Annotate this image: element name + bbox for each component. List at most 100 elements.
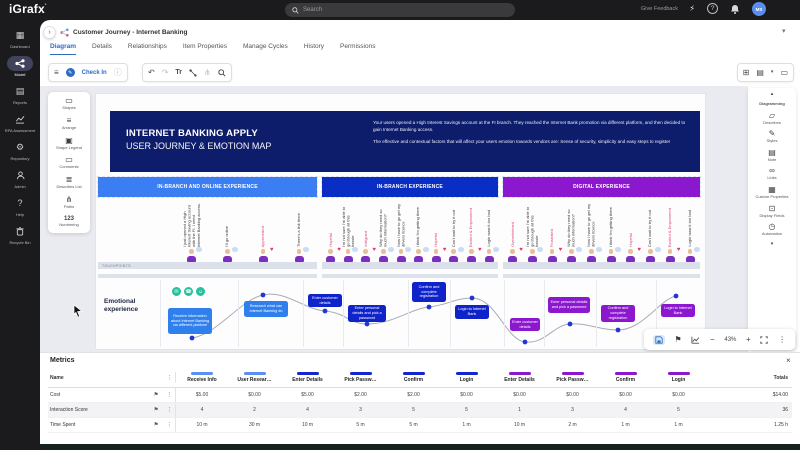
curve-node[interactable] [616,328,621,333]
metric-column-header[interactable]: Receive Info [176,372,228,383]
column-menu-icon[interactable]: ⋮ [167,375,173,381]
journey-step-box[interactable]: Confirm and complete registration [601,305,635,322]
palette-item-describes-list[interactable]: ≣Describes List [48,176,90,190]
journey-step-box[interactable]: Enter personal details and pick a passwo… [548,297,590,313]
curve-node[interactable] [323,309,328,314]
curve-node[interactable] [365,322,370,327]
sidebar-item-admin[interactable]: Admin [0,168,40,189]
text-tool-icon[interactable]: Tr [175,69,182,76]
undo-icon[interactable]: ↶ [148,69,155,77]
panel-item-display-fields[interactable]: ⊡Display Fields [760,205,785,219]
persona[interactable]: Excited & Empowered♥ [465,203,478,262]
lightning-icon[interactable]: ⚡ [689,4,695,13]
palette-item-numbering[interactable]: 123Numbering [48,216,90,228]
journey-step-box[interactable]: Enter customer details [510,318,540,331]
sidebar-item-repository[interactable]: ⚙Repository [0,140,40,161]
tab-permissions[interactable]: Permissions [340,43,375,55]
metric-flag-icon[interactable]: ⚑ [154,422,159,428]
persona[interactable]: There's a link there [293,203,306,262]
metric-column-header[interactable]: Confirm [387,372,440,383]
check-in-icon[interactable]: ✎ [66,68,75,77]
user-avatar[interactable]: MS [752,2,766,16]
phase-band-1[interactable]: IN-BRANCH AND ONLINE EXPERIENCE [98,177,317,197]
curve-node[interactable] [470,296,475,301]
redo-icon[interactable]: ↷ [162,69,169,77]
connector-tool-icon[interactable] [189,69,197,77]
persona[interactable]: Now I have to go get my drivers licence [585,203,598,262]
row-menu-icon[interactable]: ⋮ [167,407,173,413]
curve-node[interactable] [523,340,528,345]
panel-item-styles[interactable]: ✎Styles [767,130,778,144]
persona[interactable]: Intrigued♥ [359,203,372,262]
journey-step-box[interactable]: Enter customer details [308,294,342,307]
row-menu-icon[interactable]: ⋮ [167,392,173,398]
page-layout-icon[interactable]: ▤ [756,69,764,77]
persona[interactable]: I'm not sure I'm able to go through all … [342,203,355,262]
phase-band-3[interactable]: DIGITAL EXPERIENCE [503,177,700,197]
panel-item-automation[interactable]: ◷Automation [762,223,782,237]
tab-relationships[interactable]: Relationships [128,43,167,55]
panel-item-links[interactable]: ∞Links [767,167,776,181]
metric-flag-icon[interactable]: ⚑ [154,392,159,398]
journey-step-box[interactable]: Enter personal details and pick a passwo… [348,305,386,322]
row-menu-icon[interactable]: ⋮ [167,422,173,428]
palette-item-shape-legend[interactable]: ▣Shape Legend [48,137,90,151]
chevron-down-icon[interactable]: ▾ [771,70,774,75]
info-icon[interactable]: ⓘ [114,69,122,77]
collapse-down-icon[interactable]: ▾ [771,242,774,247]
notifications-bell-icon[interactable] [730,4,740,15]
chevron-down-icon[interactable]: ▾ [782,27,786,35]
comment-icon[interactable]: ▭ [780,69,788,77]
persona[interactable]: I think I'm getting there [605,203,618,262]
tab-item-properties[interactable]: Item Properties [183,43,227,55]
journey-step-box[interactable]: Receive information about Internet Banki… [168,308,212,334]
persona[interactable]: Can't wait to try it out [644,203,657,262]
persona[interactable]: I just opened a High Interest Saving acc… [185,203,198,262]
journey-step-box[interactable]: Login to Internet Bank [661,304,695,317]
help-icon[interactable]: ? [707,3,718,14]
curve-node[interactable] [568,322,573,327]
sidebar-item-rpa-assessment[interactable]: RPA Assessment [0,112,40,133]
metric-column-header[interactable]: Pick Passw… [334,372,387,383]
journey-header-block[interactable]: INTERNET BANKING APPLY USER JOURNEY & EM… [110,111,700,172]
persona[interactable]: Overwhelmed♥ [506,203,519,262]
persona[interactable]: Login wasn't too bad [483,203,496,262]
zoom-level[interactable]: 43% [724,337,736,343]
persona[interactable]: Can't wait to try it out [447,203,460,262]
metric-column-header[interactable]: User Resear… [228,372,281,383]
tab-details[interactable]: Details [92,43,112,55]
persona[interactable]: I'm not sure I'm able to go through all … [526,203,539,262]
sidebar-item-reports[interactable]: ▤Reports [0,84,40,105]
metric-column-header[interactable]: Enter Details [493,372,546,383]
persona[interactable]: Login wasn't too bad [684,203,697,262]
collapse-panel-button[interactable]: › [43,26,56,39]
panel-item-note[interactable]: ▤Note [768,149,776,163]
metric-column-header[interactable]: Enter Details [281,372,334,383]
fit-screen-icon[interactable] [760,336,768,344]
journey-step-box[interactable]: Login to Internet Bank [455,305,489,319]
panel-item-describes[interactable]: ▱Describes [763,112,781,126]
persona[interactable]: Excited & Empowered♥ [664,203,677,262]
metric-flag-icon[interactable]: ⚑ [154,407,159,413]
zoom-out-button[interactable]: − [710,336,715,344]
zoom-search-icon[interactable] [218,69,226,77]
save-icon[interactable] [653,335,665,345]
give-feedback-link[interactable]: Give Feedback [641,6,678,12]
tab-diagram[interactable]: Diagram [50,43,76,55]
metric-column-header[interactable]: Confirm [599,372,652,383]
menu-icon[interactable]: ≡ [54,69,59,77]
curve-node[interactable] [674,294,679,299]
curve-node[interactable] [427,305,432,310]
search-input[interactable]: Search [285,3,515,17]
chart-icon[interactable] [691,336,700,344]
persona[interactable]: I think I'm getting there [412,203,425,262]
palette-item-arrange[interactable]: ≡Arrange [48,117,90,131]
curve-node[interactable] [261,293,266,298]
palette-item-shapes[interactable]: ▭Shapes [48,97,90,111]
persona[interactable]: Frustrated♥ [546,203,559,262]
sidebar-item-dashboard[interactable]: ▦Dashboard [0,28,40,49]
filter-icon[interactable]: ⋔ [204,69,211,77]
persona[interactable]: Hopeful♥ [624,203,637,262]
persona[interactable]: Why do they need so much information? [565,203,578,262]
metric-column-header[interactable]: Pick Passw… [546,372,599,383]
